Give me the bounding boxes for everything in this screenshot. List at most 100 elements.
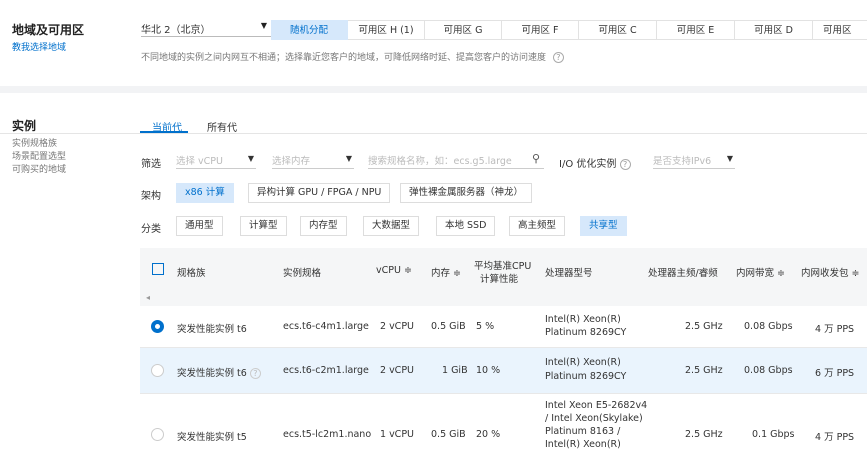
- zone-option-g[interactable]: 可用区 G: [425, 20, 502, 40]
- available-regions-link[interactable]: 可购买的地域: [12, 162, 66, 175]
- tab-all-generations[interactable]: 所有代: [207, 119, 237, 134]
- category-compute[interactable]: 计算型: [240, 216, 287, 236]
- instance-section-title: 实例: [12, 119, 37, 133]
- row-spec: ecs.t5-lc2m1.nano: [283, 429, 372, 440]
- caret-down-icon: ▼: [247, 154, 254, 163]
- region-select[interactable]: 华北 2（北京） ▼: [141, 21, 271, 37]
- row-bandwidth: 0.08 Gbps: [744, 321, 793, 332]
- row-memory: 1 GiB: [442, 365, 468, 376]
- row-spec: ecs.t6-c4m1.large: [283, 321, 369, 332]
- row-vcpu: 1 vCPU: [380, 429, 415, 440]
- col-header-cpu-model: 处理器型号: [545, 268, 593, 279]
- ipv6-select-placeholder: 是否支持IPv6: [653, 156, 712, 167]
- category-label: 分类: [141, 224, 161, 235]
- row-cpu-model-line: Intel(R) Xeon(R): [545, 357, 621, 368]
- zone-option-f[interactable]: 可用区 F: [502, 20, 579, 40]
- zone-option-more[interactable]: 可用区: [813, 20, 867, 40]
- category-high-freq[interactable]: 高主频型: [509, 216, 566, 236]
- region-note-text: 不同地域的实例之间内网互不相通；选择靠近您客户的地域，可降低网络时延、提高您客户…: [141, 53, 547, 63]
- row-radio[interactable]: [151, 428, 164, 441]
- col-header-vcpu[interactable]: vCPU ≑: [376, 265, 412, 276]
- search-icon[interactable]: ⚲: [532, 152, 540, 165]
- columns-config-icon[interactable]: [152, 263, 164, 275]
- col-header-cpu-perf-1: 平均基准CPU: [474, 261, 532, 272]
- row-spec: ecs.t6-c2m1.large: [283, 365, 369, 376]
- table-row[interactable]: 突发性能实例 t6 ecs.t6-c4m1.large 2 vCPU 0.5 G…: [140, 306, 867, 348]
- row-family: 突发性能实例 t6: [177, 324, 247, 335]
- row-pps: 4 万 PPS: [815, 324, 855, 335]
- region-help-link[interactable]: 教我选择地域: [12, 40, 66, 53]
- zone-option-random[interactable]: 随机分配: [271, 20, 348, 40]
- col-header-family: 规格族: [177, 268, 206, 279]
- filter-label: 筛选: [141, 159, 161, 170]
- row-frequency: 2.5 GHz: [685, 365, 723, 376]
- zone-option-e[interactable]: 可用区 E: [657, 20, 735, 40]
- arch-option-heterogeneous[interactable]: 异构计算 GPU / FPGA / NPU: [248, 183, 391, 203]
- row-cpu-model-line: Platinum 8269CY: [545, 327, 627, 338]
- help-icon[interactable]: ?: [249, 368, 261, 379]
- row-pps: 6 万 PPS: [815, 368, 855, 379]
- row-cpu-perf: 10 %: [476, 365, 501, 376]
- instance-family-link[interactable]: 实例规格族: [12, 136, 57, 149]
- row-cpu-model-line: Platinum 8269CY: [545, 371, 627, 382]
- tab-bar-line: [0, 133, 867, 134]
- col-header-bandwidth[interactable]: 内网带宽 ≑: [736, 265, 785, 279]
- zone-option-h[interactable]: 可用区 H (1): [348, 20, 425, 40]
- category-general[interactable]: 通用型: [176, 216, 223, 236]
- spec-search-placeholder: 搜索规格名称，如：ecs.g5.large: [368, 156, 512, 167]
- col-header-pps[interactable]: 内网收发包 ≑: [801, 265, 859, 279]
- table-row[interactable]: 突发性能实例 t5 ecs.t5-lc2m1.nano 1 vCPU 0.5 G…: [140, 394, 867, 449]
- row-radio-selected[interactable]: [151, 320, 164, 333]
- row-cpu-perf: 5 %: [476, 321, 495, 332]
- table-row[interactable]: 突发性能实例 t6 ? ecs.t6-c2m1.large 2 vCPU 1 G…: [140, 348, 867, 394]
- zone-option-d[interactable]: 可用区 D: [735, 20, 813, 40]
- category-memory[interactable]: 内存型: [300, 216, 347, 236]
- vcpu-select-placeholder: 选择 vCPU: [176, 156, 223, 167]
- table-header: 规格族 实例规格 vCPU ≑ 内存 ≑ 平均基准CPU 计算性能 处理器型号 …: [140, 248, 867, 292]
- io-optimized-label: I/O 优化实例: [559, 159, 617, 170]
- col-header-spec: 实例规格: [283, 268, 322, 279]
- caret-down-icon: ▼: [726, 154, 733, 163]
- caret-down-icon: ▼: [345, 154, 352, 163]
- row-radio[interactable]: [151, 364, 164, 377]
- row-cpu-perf: 20 %: [476, 429, 501, 440]
- vcpu-select[interactable]: 选择 vCPU ▼: [176, 153, 256, 169]
- col-header-memory[interactable]: 内存 ≑: [431, 265, 461, 279]
- category-local-ssd[interactable]: 本地 SSD: [436, 216, 496, 236]
- category-big-data[interactable]: 大数据型: [363, 216, 420, 236]
- arch-option-x86[interactable]: x86 计算: [176, 183, 234, 203]
- col-header-cpu-perf-2: 计算性能: [480, 274, 519, 285]
- zone-selector: 随机分配 可用区 H (1) 可用区 G 可用区 F 可用区 C 可用区 E 可…: [271, 20, 867, 40]
- scroll-left-icon[interactable]: ◂: [146, 293, 150, 302]
- row-vcpu: 2 vCPU: [380, 365, 415, 376]
- section-divider: [0, 86, 867, 93]
- row-cpu-model-line: Platinum 8163 /: [545, 426, 621, 437]
- col-header-frequency: 处理器主频/睿频: [648, 268, 718, 279]
- row-cpu-model-line: / Intel Xeon(Skylake): [545, 413, 643, 424]
- row-cpu-model-line: Intel(R) Xeon(R): [545, 314, 621, 325]
- row-cpu-model-line: Intel(R) Xeon(R): [545, 439, 621, 449]
- scenario-select-link[interactable]: 场景配置选型: [12, 149, 66, 162]
- memory-select[interactable]: 选择内存 ▼: [272, 153, 354, 169]
- help-icon[interactable]: ?: [619, 158, 631, 170]
- row-bandwidth: 0.08 Gbps: [744, 365, 793, 376]
- region-select-value: 华北 2（北京）: [141, 25, 211, 36]
- help-icon[interactable]: ?: [552, 52, 564, 63]
- row-vcpu: 2 vCPU: [380, 321, 415, 332]
- row-cpu-model-line: Intel Xeon E5-2682v4: [545, 400, 648, 411]
- caret-down-icon: ▼: [260, 21, 267, 30]
- row-family-text: 突发性能实例 t6: [177, 368, 247, 379]
- horizontal-scroll-bar[interactable]: ◂: [140, 292, 867, 306]
- row-pps: 4 万 PPS: [815, 432, 855, 443]
- arch-label: 架构: [141, 191, 161, 202]
- io-optimized-filter[interactable]: I/O 优化实例 ?: [559, 155, 631, 170]
- arch-option-bare-metal[interactable]: 弹性裸金属服务器（神龙）: [400, 183, 533, 203]
- category-shared[interactable]: 共享型: [580, 216, 627, 236]
- row-memory: 0.5 GiB: [431, 321, 466, 332]
- row-frequency: 2.5 GHz: [685, 429, 723, 440]
- spec-search-input[interactable]: 搜索规格名称，如：ecs.g5.large ⚲: [368, 152, 544, 169]
- row-family: 突发性能实例 t6 ?: [177, 365, 261, 379]
- zone-option-c[interactable]: 可用区 C: [579, 20, 657, 40]
- ipv6-select[interactable]: 是否支持IPv6 ▼: [653, 153, 735, 169]
- row-bandwidth: 0.1 Gbps: [752, 429, 795, 440]
